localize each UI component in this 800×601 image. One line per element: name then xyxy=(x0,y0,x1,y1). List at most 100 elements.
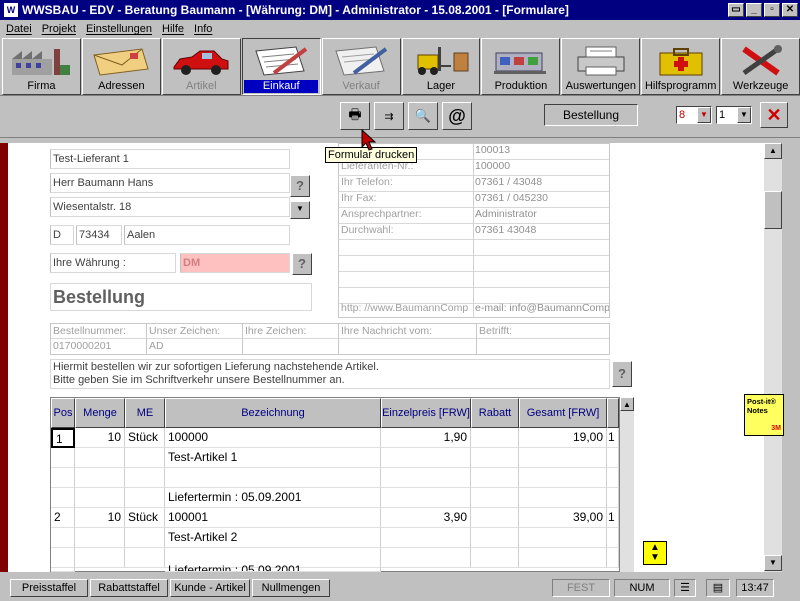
scroll-up-icon[interactable]: ▲ xyxy=(764,143,782,159)
scroll-down-icon[interactable]: ▼ xyxy=(764,555,782,571)
menu-hilfe[interactable]: Hilfe xyxy=(162,23,184,35)
cell-pos[interactable] xyxy=(51,528,75,548)
cell-qty[interactable] xyxy=(75,528,125,548)
maximize-button[interactable]: ▫ xyxy=(764,3,780,17)
ref-our-sign[interactable]: Unser Zeichen: AD xyxy=(147,324,243,354)
cell-flag[interactable] xyxy=(607,528,619,548)
toolbar-verkauf-button[interactable]: Verkauf xyxy=(321,38,401,95)
supplier-country-field[interactable]: D xyxy=(50,225,74,245)
cell-price[interactable] xyxy=(381,468,471,488)
currency-lookup-button[interactable]: ? xyxy=(292,253,312,275)
cell-price[interactable]: 3,90 xyxy=(381,508,471,528)
cell-desc[interactable] xyxy=(165,468,381,488)
cell-pos[interactable] xyxy=(51,548,75,568)
kunde-artikel-button[interactable]: Kunde - Artikel xyxy=(170,579,250,597)
list-icon[interactable]: ☰ xyxy=(674,579,696,597)
cell-flag[interactable] xyxy=(607,488,619,508)
intro-lookup-button[interactable]: ? xyxy=(612,361,632,387)
cell-unit[interactable]: Stück xyxy=(125,508,165,528)
scroll-thumb[interactable] xyxy=(764,191,782,229)
cell-price[interactable] xyxy=(381,448,471,468)
cell-desc[interactable]: Test-Artikel 2 xyxy=(165,528,381,548)
cell-discount[interactable] xyxy=(471,448,519,468)
close-window-button[interactable]: ✕ xyxy=(782,3,798,17)
document-scrollbar[interactable]: ▲ ▼ xyxy=(764,143,782,572)
ref-your-sign[interactable]: Ihre Zeichen: xyxy=(243,324,339,354)
cell-price[interactable] xyxy=(381,488,471,508)
cell-pos[interactable] xyxy=(51,468,75,488)
supplier-contact-field[interactable]: Herr Baumann Hans xyxy=(50,173,290,193)
cell-discount[interactable] xyxy=(471,508,519,528)
cell-pos[interactable] xyxy=(51,566,75,572)
menu-datei[interactable]: Datei xyxy=(6,23,32,35)
scroll-up-icon[interactable]: ▲ xyxy=(620,397,634,411)
col-header-discount[interactable]: Rabatt xyxy=(471,398,519,428)
cell-desc[interactable]: 100001 xyxy=(165,508,381,528)
intro-text[interactable]: Hiermit bestellen wir zur sofortigen Lie… xyxy=(50,359,610,389)
cell-pos[interactable]: 1 xyxy=(51,428,75,448)
cell-qty[interactable]: 10 xyxy=(75,428,125,448)
restore-tile-icon[interactable]: ▭ xyxy=(728,3,744,17)
cell-total[interactable] xyxy=(519,488,607,508)
toolbar-adressen-button[interactable]: Adressen xyxy=(81,38,161,95)
cell-total[interactable] xyxy=(519,548,607,568)
supplier-zip-field[interactable]: 73434 xyxy=(76,225,122,245)
cell-qty[interactable] xyxy=(75,488,125,508)
items-scrollbar[interactable]: ▲ xyxy=(620,397,634,572)
cell-unit[interactable] xyxy=(125,528,165,548)
toolbar-hilfsprogramm-button[interactable]: Hilfsprogramm xyxy=(641,38,721,95)
cell-flag[interactable] xyxy=(607,468,619,488)
postit-notes-widget[interactable]: Post-it® Notes 3M xyxy=(744,394,784,436)
supplier-lookup-button[interactable]: ? xyxy=(290,175,310,197)
col-header-price[interactable]: Einzelpreis [FRW] xyxy=(381,398,471,428)
preview-button[interactable]: 🔍 xyxy=(408,102,438,130)
preisstaffel-button[interactable]: Preisstaffel xyxy=(10,579,88,597)
nullmengen-button[interactable]: Nullmengen xyxy=(252,579,330,597)
currency-field[interactable]: DM xyxy=(180,253,290,273)
col-header-qty[interactable]: Menge xyxy=(75,398,125,428)
copies-select[interactable]: 8 ▼ xyxy=(676,106,712,124)
supplier-name-field[interactable]: Test-Lieferant 1 xyxy=(50,149,290,169)
app-icon[interactable]: W xyxy=(4,3,18,17)
toolbar-auswertungen-button[interactable]: Auswertungen xyxy=(561,38,641,95)
cell-total[interactable] xyxy=(519,448,607,468)
toolbar-firma-button[interactable]: Firma xyxy=(2,38,81,95)
transfer-button[interactable]: ⇉ xyxy=(374,102,404,130)
cell-desc[interactable]: Liefertermin : 05.09.2001 xyxy=(165,562,381,572)
cell-unit[interactable] xyxy=(125,488,165,508)
ref-your-message[interactable]: Ihre Nachricht vom: xyxy=(339,324,477,354)
cell-discount[interactable] xyxy=(471,468,519,488)
supplier-city-field[interactable]: Aalen xyxy=(124,225,290,245)
cell-pos[interactable] xyxy=(51,448,75,468)
cell-desc[interactable]: Liefertermin : 05.09.2001 xyxy=(165,488,381,508)
row-move-button[interactable]: ▲ ▼ xyxy=(643,541,667,565)
cell-qty[interactable] xyxy=(75,448,125,468)
cell-total[interactable] xyxy=(519,528,607,548)
col-header-unit[interactable]: ME xyxy=(125,398,165,428)
rabattstaffel-button[interactable]: Rabattstaffel xyxy=(90,579,168,597)
cell-unit[interactable] xyxy=(125,448,165,468)
col-header-pos[interactable]: Pos xyxy=(51,398,75,428)
cell-qty[interactable] xyxy=(75,468,125,488)
calculator-icon[interactable]: ▤ xyxy=(706,579,730,597)
col-header-total[interactable]: Gesamt [FRW] xyxy=(519,398,607,428)
cell-total[interactable] xyxy=(519,468,607,488)
cell-flag[interactable] xyxy=(607,448,619,468)
cell-qty[interactable]: 10 xyxy=(75,508,125,528)
cell-discount[interactable] xyxy=(471,528,519,548)
ref-subject[interactable]: Betrifft: xyxy=(477,324,609,354)
cell-desc[interactable]: 100000 xyxy=(165,428,381,448)
menu-projekt[interactable]: Projekt xyxy=(42,23,76,35)
close-form-button[interactable]: ✕ xyxy=(760,102,788,128)
chevron-down-icon[interactable]: ▼ xyxy=(737,107,751,123)
cell-flag[interactable]: 1 xyxy=(607,508,619,528)
email-button[interactable]: @ xyxy=(442,102,472,130)
print-button[interactable]: 🖶 xyxy=(340,102,370,130)
cell-price[interactable] xyxy=(381,548,471,568)
cell-total[interactable]: 39,00 xyxy=(519,508,607,528)
street-dropdown-button[interactable]: ▼ xyxy=(290,201,310,219)
cell-flag[interactable]: 1 xyxy=(607,428,619,448)
toolbar-artikel-button[interactable]: Artikel xyxy=(161,38,241,95)
cell-qty[interactable] xyxy=(75,548,125,568)
col-header-desc[interactable]: Bezeichnung xyxy=(165,398,381,428)
